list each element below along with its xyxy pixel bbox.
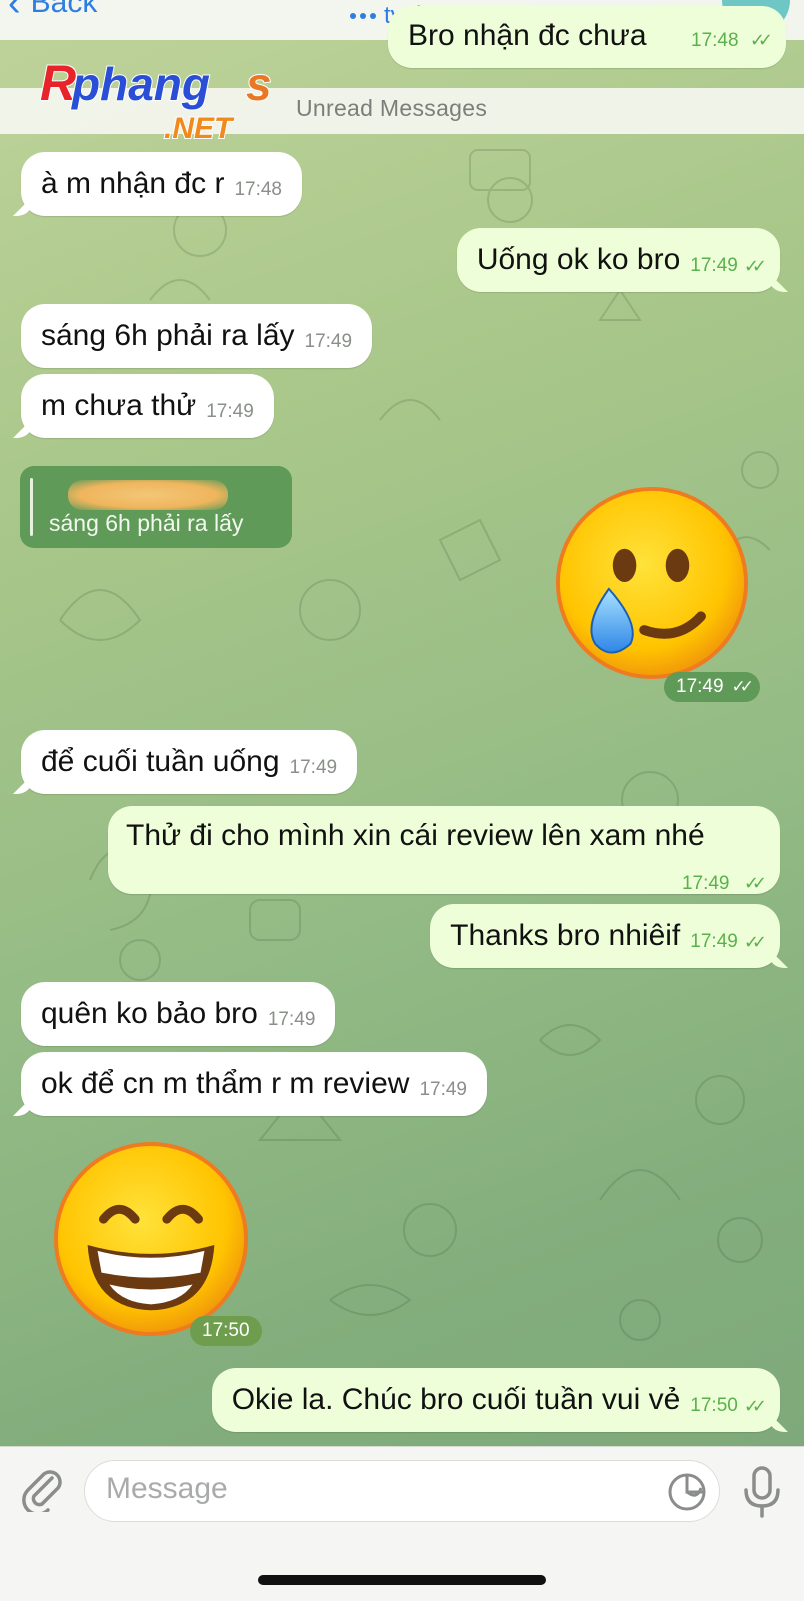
message-meta: 17:48 ✓✓ [691,30,773,53]
message-time: 17:49 [304,331,353,353]
message-time: 17:48 [691,30,739,51]
message-bubble-incoming[interactable]: ok để cn m thẩm r m review 17:49 [21,1052,487,1116]
message-time: 17:49 [206,401,254,423]
message-text: Thanks bro nhiêif [450,919,681,952]
message-meta: 17:49 ✓✓ [672,862,767,898]
message-bubble-outgoing[interactable]: Thử đi cho mình xin cái review lên xam n… [108,806,780,894]
message-bubble-outgoing[interactable]: Uống ok ko bro 17:49 ✓✓ [456,228,780,292]
microphone-icon[interactable] [742,1466,782,1518]
unread-label: Unread Messages [296,95,488,121]
chevron-left-icon: ‹ [8,0,21,24]
message-text: Bro nhận đc chưa [408,19,647,52]
message-time: 17:49 [289,757,338,779]
message-time: 17:48 [234,179,282,201]
back-label: Back [30,0,98,19]
message-text: Okie la. Chúc bro cuối tuần vui vẻ [231,1383,681,1416]
message-time: 17:49 [419,1079,467,1101]
sticker-meta: 17:50 [190,1316,262,1346]
sticker-time: 17:49 [676,676,724,697]
double-check-icon: ✓✓ [743,1396,767,1417]
double-check-icon: ✓✓ [743,932,767,953]
message-text: Uống ok ko bro [476,243,681,276]
message-bubble-incoming[interactable]: quên ko bảo bro 17:49 [21,982,336,1046]
message-text: quên ko bảo bro [41,997,258,1030]
message-time: 17:49 [690,931,738,953]
reply-quoted-text: sáng 6h phải ra lấy [49,510,244,536]
sticker-meta: 17:49 ✓✓ [664,672,761,702]
paperclip-icon[interactable] [18,1464,66,1512]
message-bubble-partial[interactable]: Bro nhận đc chưa 17:48 ✓✓ [388,6,786,68]
crying-smile-emoji-icon[interactable] [554,485,750,681]
message-text: à m nhận đc r [41,167,225,200]
message-time: 17:49 [690,255,738,277]
message-bubble-incoming[interactable]: à m nhận đc r 17:48 [21,152,302,216]
typing-dots-icon [350,13,376,19]
home-indicator [258,1575,546,1585]
sticker-time: 17:50 [202,1320,250,1341]
logo-brand-end: s [246,58,272,110]
message-text: sáng 6h phải ra lấy [41,319,295,352]
sticker-icon[interactable] [666,1471,708,1513]
message-bubble-outgoing[interactable]: Okie la. Chúc bro cuối tuần vui vẻ 17:50… [211,1368,780,1432]
reply-accent-bar [30,478,33,536]
message-time: 17:49 [681,873,730,894]
reply-preview[interactable]: sáng 6h phải ra lấy [20,466,292,548]
logo-brand-rest: phang [70,58,210,110]
message-bubble-incoming[interactable]: sáng 6h phải ra lấy 17:49 [21,304,373,368]
watermark-logo: R phang s .NET [39,56,273,146]
message-time: 17:50 [690,1395,738,1417]
message-bubble-outgoing[interactable]: Thanks bro nhiêif 17:49 ✓✓ [430,904,780,968]
logo-suffix: .NET [164,112,235,145]
redacted-sender-name [68,480,228,510]
back-button[interactable]: ‹ Back [8,0,98,24]
message-text: m chưa thử [41,389,197,422]
message-time: 17:49 [267,1009,316,1031]
message-text: để cuối tuần uống [41,745,280,778]
double-check-icon: ✓✓ [743,873,767,893]
logo-brand: R [40,56,76,111]
grinning-emoji-icon[interactable] [52,1140,250,1338]
message-text: Thử đi cho mình xin cái review lên xam n… [126,819,705,852]
message-text: ok để cn m thẩm r m review [41,1067,410,1100]
message-placeholder: Message [106,1472,228,1505]
double-check-icon: ✓✓ [749,30,773,50]
double-check-icon: ✓✓ [743,256,767,277]
message-bubble-incoming[interactable]: m chưa thử 17:49 [21,374,274,438]
message-bubble-incoming[interactable]: để cuối tuần uống 17:49 [21,730,358,794]
double-check-icon: ✓✓ [731,677,754,696]
